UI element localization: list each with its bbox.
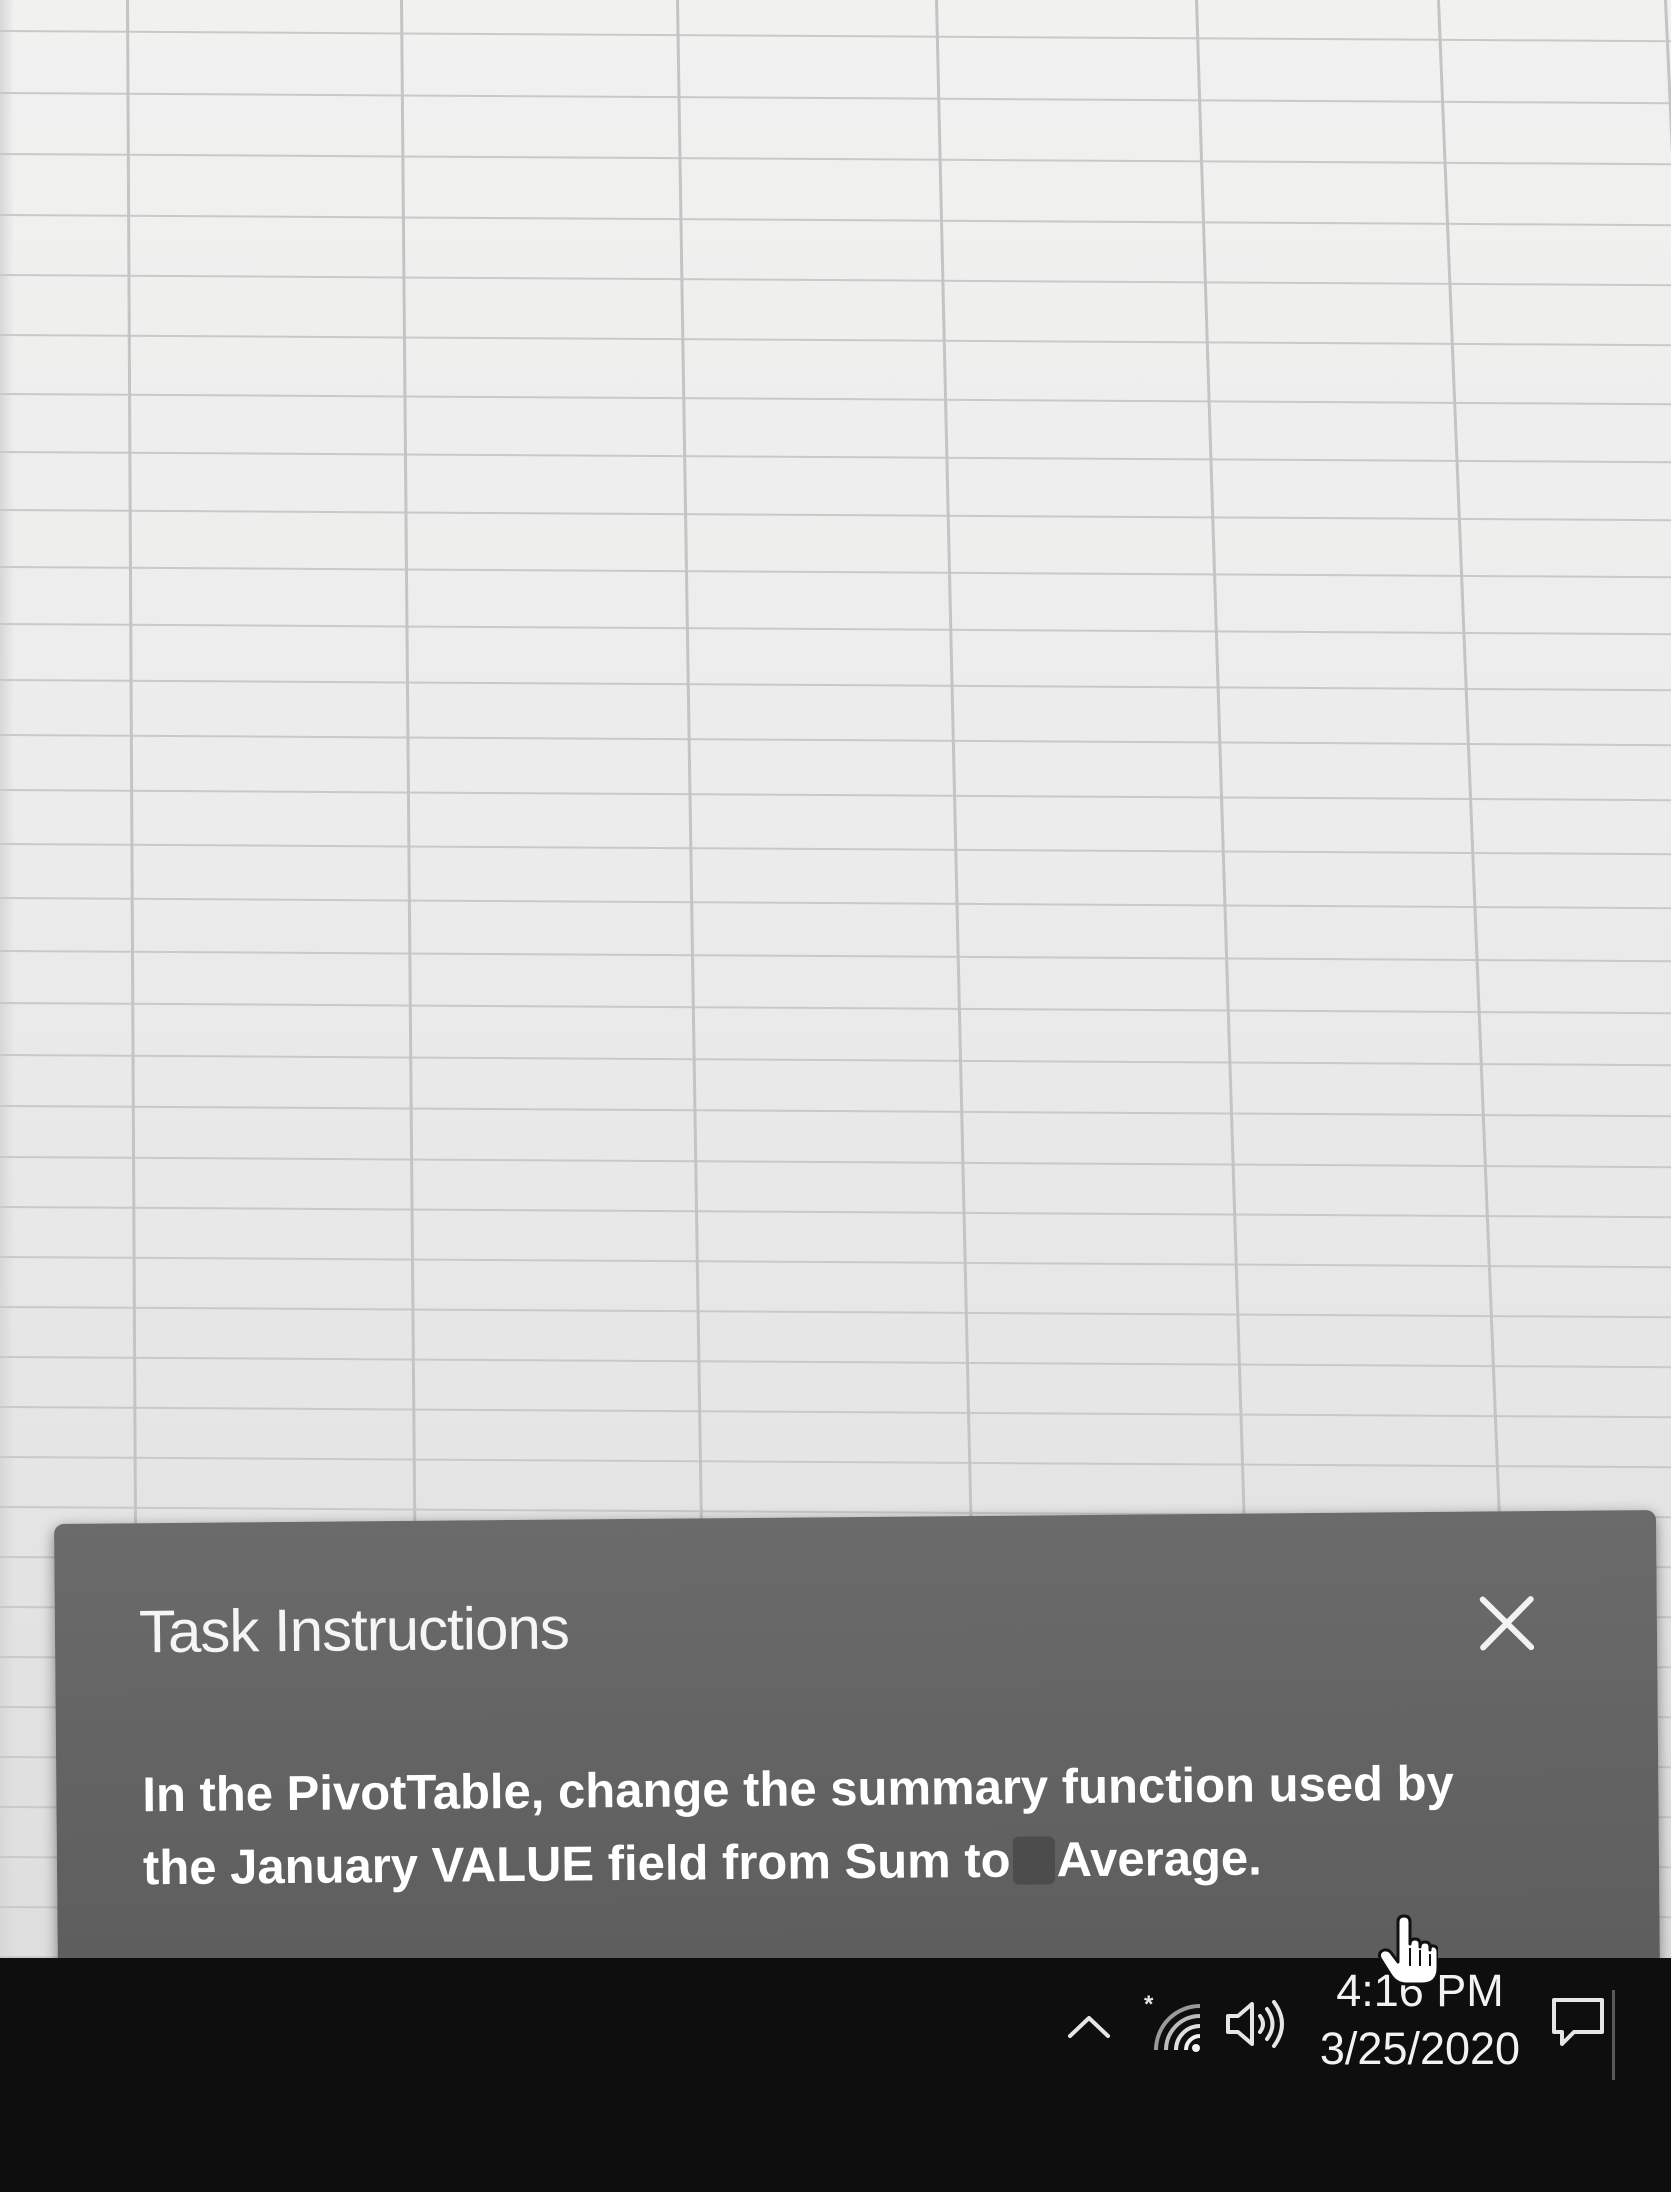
grid-row-line: [0, 843, 1671, 856]
grid-row-line: [0, 789, 1671, 802]
speaker-icon: [1226, 2000, 1284, 2048]
wifi-icon: *: [1144, 1991, 1201, 2052]
notification-icon: [1552, 1998, 1604, 2046]
grid-row-line: [0, 334, 1671, 347]
grid-row-line: [0, 393, 1671, 406]
tray-divider: [1612, 1990, 1615, 2080]
grid-row-line: [0, 451, 1671, 464]
chevron-up-icon: [1068, 2016, 1110, 2038]
grid-row-line: [0, 509, 1671, 522]
grid-row-line: [0, 623, 1671, 636]
grid-row-line: [0, 1256, 1671, 1269]
task-instructions-title: Task Instructions: [138, 1594, 570, 1666]
hand-cursor-icon: [1378, 1914, 1440, 1993]
grid-row-line: [0, 950, 1671, 963]
action-center-button[interactable]: [1548, 1994, 1608, 2055]
network-button[interactable]: *: [1142, 1991, 1208, 2063]
task-text-line-2-end: Average.: [1056, 1831, 1262, 1888]
grid-row-line: [0, 30, 1671, 43]
grid-row-line: [0, 1456, 1671, 1469]
grid-row-line: [0, 897, 1671, 910]
grid-row-line: [0, 679, 1671, 692]
grid-row-line: [0, 274, 1671, 287]
grid-row-line: [0, 1406, 1671, 1419]
text-highlight-marker: [1012, 1836, 1055, 1885]
grid-row-line: [0, 1206, 1671, 1219]
grid-row-line: [0, 566, 1671, 579]
grid-row-line: [0, 1156, 1671, 1169]
show-hidden-icons-button[interactable]: [1064, 2008, 1114, 2047]
clock-date: 3/25/2020: [1319, 2023, 1521, 2074]
grid-row-line: [0, 1306, 1671, 1319]
grid-row-line: [0, 1002, 1671, 1015]
task-text-line-2-start: the January VALUE field from Sum to: [142, 1833, 1011, 1896]
svg-text:*: *: [1144, 1992, 1154, 2018]
screen: Task Instructions In the PivotTable, cha…: [0, 0, 1671, 2192]
volume-button[interactable]: [1222, 1996, 1288, 2057]
grid-row-line: [0, 1356, 1671, 1369]
grid-row-line: [0, 92, 1671, 105]
task-text-line-1: In the PivotTable, change the summary fu…: [142, 1756, 1454, 1823]
grid-row-line: [0, 734, 1671, 747]
grid-row-line: [0, 1105, 1671, 1118]
close-icon: [1479, 1596, 1535, 1651]
grid-row-line: [0, 214, 1671, 227]
grid-row-line: [0, 1054, 1671, 1067]
sheet-edge-shadow: [0, 0, 14, 1960]
close-button[interactable]: [1475, 1591, 1540, 1656]
task-instructions-text: In the PivotTable, change the summary fu…: [142, 1747, 1583, 1906]
grid-row-line: [0, 153, 1671, 166]
